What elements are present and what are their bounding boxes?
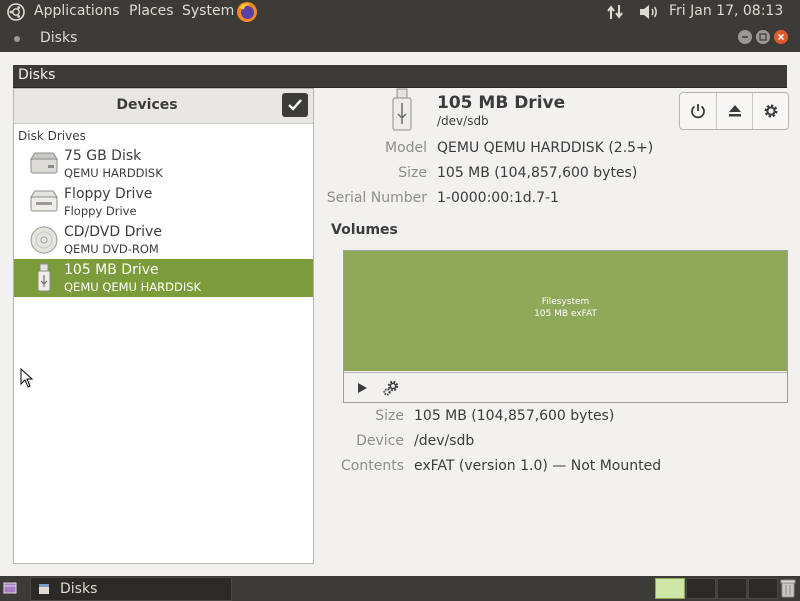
drive-settings-button[interactable] (752, 93, 788, 129)
drive-name: Floppy Drive (64, 186, 153, 202)
window-title: Disks (40, 30, 78, 46)
drive-name: 75 GB Disk (64, 148, 142, 164)
drive-item-cd-dvd-drive[interactable]: CD/DVD Drive QEMU DVD-ROM (14, 221, 313, 259)
serial-number-label: Serial Number (326, 190, 427, 206)
drive-item-105mb-drive[interactable]: 105 MB Drive QEMU QEMU HARDDISK (14, 259, 313, 297)
partition-size: 105 MB exFAT (534, 309, 597, 319)
menu-system[interactable]: System (182, 3, 234, 19)
show-desktop-icon[interactable] (3, 581, 17, 595)
select-mode-button[interactable] (282, 93, 308, 117)
drive-item-floppy-drive[interactable]: Floppy Drive Floppy Drive (14, 183, 313, 221)
mount-play-icon[interactable] (354, 380, 370, 396)
window-titlebar[interactable]: Disks (0, 24, 800, 52)
firefox-icon[interactable] (236, 1, 258, 23)
drive-device-path: /dev/sdb (437, 114, 489, 128)
disks-window: Disks Devices Disk Drives 75 GB Disk QEM… (0, 52, 800, 576)
maximize-icon (759, 33, 767, 41)
usb-drive-icon (37, 263, 51, 292)
model-label: Model (384, 140, 427, 156)
trash-icon[interactable] (779, 578, 797, 598)
volume-toolbar (344, 372, 787, 403)
menu-places[interactable]: Places (129, 3, 174, 19)
window-icon (39, 584, 49, 594)
volume-size-value: 105 MB (104,857,600 bytes) (414, 408, 615, 424)
drive-title: 105 MB Drive (437, 93, 566, 113)
volume-contents-label: Contents (341, 458, 404, 474)
mouse-cursor-icon (20, 368, 34, 388)
clock[interactable]: Fri Jan 17, 08:13 (669, 3, 783, 19)
usb-drive-icon (392, 88, 412, 131)
volume-device-value: /dev/sdb (414, 433, 475, 449)
workspace-4[interactable] (748, 578, 778, 599)
menu-applications[interactable]: Applications (34, 3, 120, 19)
gears-icon[interactable] (382, 379, 400, 397)
size-label: Size (398, 165, 427, 181)
volume-contents-value: exFAT (version 1.0) — Not Mounted (414, 458, 662, 474)
volume-device-label: Device (356, 433, 404, 449)
taskbar-item-disks[interactable]: Disks (30, 577, 232, 601)
top-panel: Applications Places System Fri Jan 17, 0… (0, 0, 800, 24)
optical-disc-icon (30, 226, 58, 254)
workspace-3[interactable] (717, 578, 747, 599)
partition-type: Filesystem (541, 297, 590, 307)
bottom-panel: Disks (0, 576, 800, 601)
close-icon (777, 33, 785, 41)
minimize-icon (742, 36, 748, 38)
workspace-2[interactable] (686, 578, 716, 599)
drive-model: QEMU QEMU HARDDISK (64, 280, 202, 294)
header-title: Disks (18, 67, 56, 83)
drive-model: QEMU DVD-ROM (64, 242, 159, 256)
close-button[interactable] (774, 30, 788, 44)
gear-icon (764, 104, 778, 118)
volume-size-label: Size (375, 408, 404, 424)
drive-name: CD/DVD Drive (64, 224, 162, 240)
ubuntu-logo-icon[interactable] (7, 3, 25, 21)
harddisk-icon (30, 152, 58, 174)
volume-icon[interactable] (638, 4, 660, 20)
maximize-button[interactable] (756, 30, 770, 44)
power-off-button[interactable] (680, 93, 715, 129)
drive-name: 105 MB Drive (64, 262, 159, 278)
drive-item-75gb-disk[interactable]: 75 GB Disk QEMU HARDDISK (14, 145, 313, 183)
workspace-1[interactable] (655, 578, 685, 599)
window-menu-icon[interactable] (12, 34, 22, 44)
minimize-button[interactable] (738, 30, 752, 44)
serial-number-value: 1-0000:00:1d.7-1 (437, 190, 559, 206)
eject-button[interactable] (716, 93, 752, 129)
volume-map: Filesystem 105 MB exFAT (343, 250, 788, 403)
network-icon[interactable] (606, 4, 624, 20)
drive-actions (679, 92, 789, 130)
taskbar-item-label: Disks (60, 581, 98, 597)
drive-model: Floppy Drive (64, 204, 137, 218)
eject-icon (729, 105, 741, 117)
power-icon (691, 104, 705, 119)
header-bar: Disks (13, 65, 787, 88)
floppy-icon (30, 190, 58, 212)
devices-title: Devices (116, 97, 178, 113)
volumes-heading: Volumes (331, 222, 398, 238)
devices-header: Devices (14, 89, 313, 124)
disk-drives-section-label: Disk Drives (18, 129, 86, 143)
size-value: 105 MB (104,857,600 bytes) (437, 165, 638, 181)
partition-filesystem[interactable]: Filesystem 105 MB exFAT (344, 251, 787, 371)
drive-model: QEMU HARDDISK (64, 166, 163, 180)
model-value: QEMU QEMU HARDDISK (2.5+) (437, 140, 654, 156)
device-sidebar: Devices Disk Drives 75 GB Disk QEMU HARD… (13, 88, 314, 564)
checkmark-icon (288, 99, 302, 111)
